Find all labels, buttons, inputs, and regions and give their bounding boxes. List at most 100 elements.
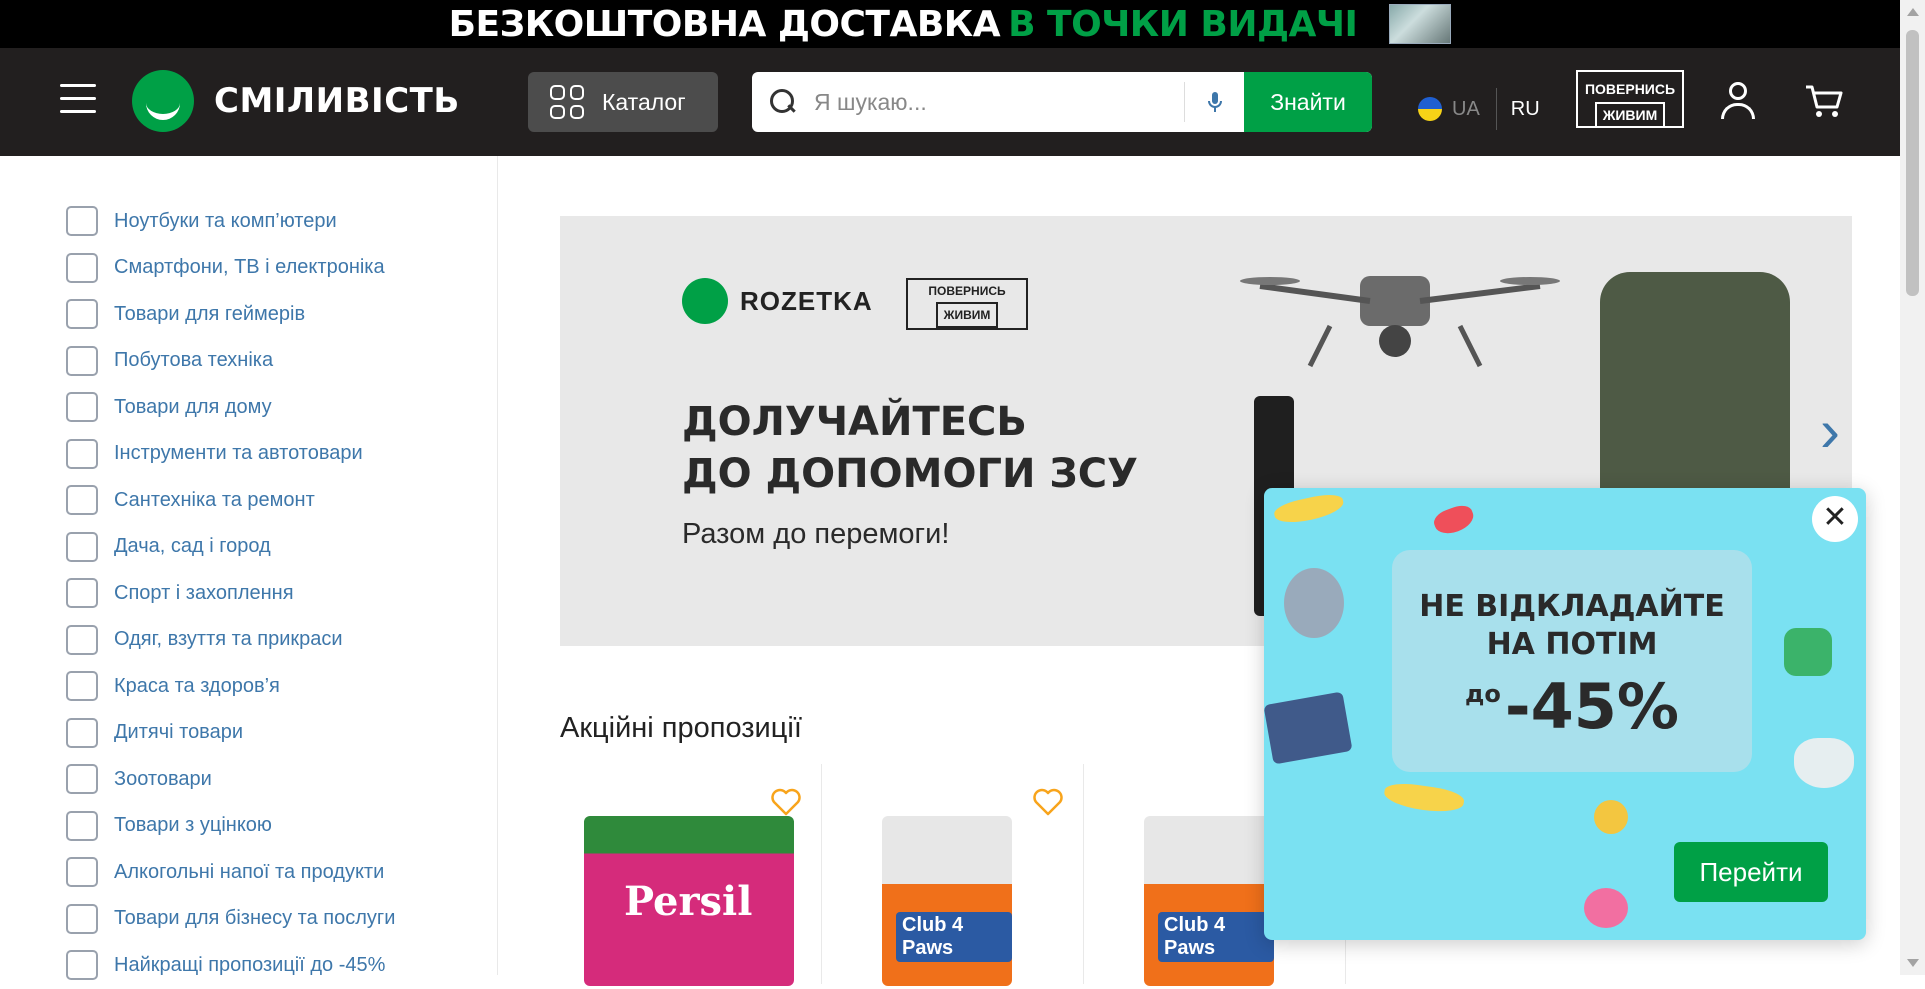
popup-panel: НЕ ВІДКЛАДАЙТЕ НА ПОТІМ до-45%	[1392, 550, 1752, 772]
free-delivery-text: БЕЗКОШТОВНА ДОСТАВКА	[448, 3, 1001, 45]
category-sidebar: Ноутбуки та комп’ютери Смартфони, ТВ і ел…	[0, 156, 498, 981]
parcel-locker-icon	[1389, 4, 1452, 44]
banner-headline: ДОЛУЧАЙТЕСЬ ДО ДОПОМОГИ ЗСУ	[682, 396, 1242, 500]
banner-subline: Разом до перемоги!	[682, 518, 950, 550]
sidebar-category-item[interactable]: Смартфони, ТВ і електроніка	[0, 245, 497, 292]
smile-logo-icon	[132, 70, 194, 132]
scroll-down-arrow-icon[interactable]	[1907, 959, 1919, 967]
cart-icon[interactable]	[1804, 84, 1844, 120]
sidebar-category-label: Спорт і захоплення	[114, 581, 294, 604]
scrollbar-thumb[interactable]	[1906, 30, 1919, 296]
laptop-icon	[66, 206, 98, 237]
sidebar-category-label: Інструменти та автотовари	[114, 442, 363, 465]
sidebar-category-item[interactable]: Товари з уцінкою	[0, 803, 497, 850]
sidebar-category-label: Одяг, взуття та прикраси	[114, 628, 343, 651]
microphone-icon[interactable]	[1184, 82, 1244, 122]
search-bar: Знайти	[752, 72, 1372, 132]
catalog-button[interactable]: Каталог	[528, 72, 718, 132]
sidebar-category-item[interactable]: Товари для геймерів	[0, 291, 497, 338]
free-delivery-banner[interactable]: БЕЗКОШТОВНА ДОСТАВКА В ТОЧКИ ВИДАЧІ	[0, 0, 1900, 48]
discount-tag-icon	[66, 810, 98, 841]
sidebar-category-item[interactable]: Краса та здоров’я	[0, 663, 497, 710]
page-scrollbar[interactable]	[1900, 0, 1925, 975]
promo-popup: НЕ ВІДКЛАДАЙТЕ НА ПОТІМ до-45% ✕ Перейти	[1264, 488, 1866, 940]
wishlist-heart-icon[interactable]	[771, 788, 801, 816]
banner-pov-logo: ПОВЕРНИСЬ ЖИВИМ	[906, 278, 1028, 330]
logo-text: СМІЛИВІСТЬ	[214, 81, 460, 121]
banner-pov-line1: ПОВЕРНИСЬ	[928, 284, 1006, 298]
sidebar-category-label: Ноутбуки та комп’ютери	[114, 209, 337, 232]
product-image: Club 4 Paws	[1144, 816, 1274, 986]
wishlist-heart-icon[interactable]	[1033, 788, 1063, 816]
catalog-grid-icon	[550, 85, 584, 119]
teddy-bear-icon	[66, 717, 98, 748]
sidebar-category-label: Товари для геймерів	[114, 302, 306, 325]
cosmetics-icon	[66, 671, 98, 702]
sidebar-category-item[interactable]: Товари для бізнесу та послуги	[0, 896, 497, 943]
sidebar-category-label: Побутова техніка	[114, 349, 274, 372]
rozetka-name: ROZETKA	[740, 285, 873, 316]
sidebar-category-item[interactable]: Алкогольні напої та продукти	[0, 849, 497, 896]
product-image: Club 4 Paws	[882, 816, 1012, 986]
sidebar-category-label: Найкращі пропозиції до -45%	[114, 953, 386, 976]
site-header: СМІЛИВІСТЬ Каталог Знайти UA RU ПОВЕРНИС…	[0, 48, 1900, 156]
menu-icon[interactable]	[60, 84, 96, 118]
popup-discount-value: -45%	[1504, 670, 1679, 743]
sidebar-category-item[interactable]: Зоотовари	[0, 756, 497, 803]
sidebar-category-item[interactable]: Побутова техніка	[0, 338, 497, 385]
sidebar-category-item[interactable]: Сантехніка та ремонт	[0, 477, 497, 524]
product-name: Club 4 Paws	[1158, 912, 1274, 962]
catalog-label: Каталог	[602, 88, 686, 115]
sidebar-category-item[interactable]: Товари для дому	[0, 384, 497, 431]
sidebar-category-label: Зоотовари	[114, 767, 212, 790]
paw-icon	[66, 764, 98, 795]
sidebar-category-label: Дача, сад і город	[114, 535, 271, 558]
product-name: Persil	[624, 878, 753, 925]
povernys-zhyvym-logo[interactable]: ПОВЕРНИСЬ ЖИВИМ	[1576, 70, 1684, 128]
user-icon[interactable]	[1720, 82, 1756, 120]
sidebar-category-item[interactable]: Ноутбуки та комп’ютери	[0, 198, 497, 245]
rozetka-logo-icon	[682, 278, 728, 324]
bathtub-icon	[66, 485, 98, 516]
popup-line1: НЕ ВІДКЛАДАЙТЕ	[1419, 589, 1725, 624]
banner-headline-line1: ДОЛУЧАЙТЕСЬ	[682, 399, 1027, 445]
armchair-icon	[66, 392, 98, 423]
chevron-right-icon[interactable]: ›	[1820, 396, 1850, 466]
banner-headline-line2: ДО ДОПОМОГИ ЗСУ	[682, 451, 1138, 497]
lang-ru[interactable]: RU	[1511, 98, 1540, 121]
pov-line1: ПОВЕРНИСЬ	[1584, 81, 1676, 97]
cocktail-icon	[66, 857, 98, 888]
search-submit-button[interactable]: Знайти	[1244, 72, 1372, 132]
rozetka-brand: ROZETKA	[682, 278, 873, 324]
search-icon	[770, 89, 796, 115]
sidebar-category-item[interactable]: Дача, сад і город	[0, 524, 497, 571]
scroll-up-arrow-icon[interactable]	[1907, 8, 1919, 16]
ukraine-flag-icon	[1418, 97, 1442, 121]
popup-discount: до-45%	[1392, 670, 1752, 743]
pickup-points-text: В ТОЧКИ ВИДАЧІ	[1008, 3, 1358, 45]
racket-icon	[66, 578, 98, 609]
popup-prefix: до	[1464, 680, 1501, 708]
sidebar-category-item[interactable]: Дитячі товари	[0, 710, 497, 757]
tshirt-icon	[66, 624, 98, 655]
price-tag-icon	[66, 950, 98, 981]
pov-line2: ЖИВИМ	[1594, 102, 1666, 128]
barcode-icon	[66, 903, 98, 934]
product-card[interactable]: Club 4 Paws	[822, 764, 1084, 986]
site-logo[interactable]: СМІЛИВІСТЬ	[132, 70, 460, 132]
lang-ua[interactable]: UA	[1452, 98, 1480, 121]
smartphone-icon	[66, 252, 98, 283]
sidebar-category-item[interactable]: Інструменти та автотовари	[0, 431, 497, 478]
drill-icon	[66, 438, 98, 469]
sidebar-category-item[interactable]: Одяг, взуття та прикраси	[0, 617, 497, 664]
popup-go-button[interactable]: Перейти	[1674, 842, 1828, 902]
sidebar-category-item[interactable]: Спорт і захоплення	[0, 570, 497, 617]
close-icon[interactable]: ✕	[1812, 496, 1858, 542]
drone-image	[1240, 276, 1560, 368]
sidebar-category-item[interactable]: Найкращі пропозиції до -45%	[0, 942, 497, 989]
sidebar-category-label: Краса та здоров’я	[114, 674, 280, 697]
search-input[interactable]	[814, 88, 1174, 116]
product-card[interactable]: Persil	[560, 764, 822, 986]
garden-fork-icon	[66, 531, 98, 562]
sidebar-category-label: Смартфони, ТВ і електроніка	[114, 256, 385, 279]
